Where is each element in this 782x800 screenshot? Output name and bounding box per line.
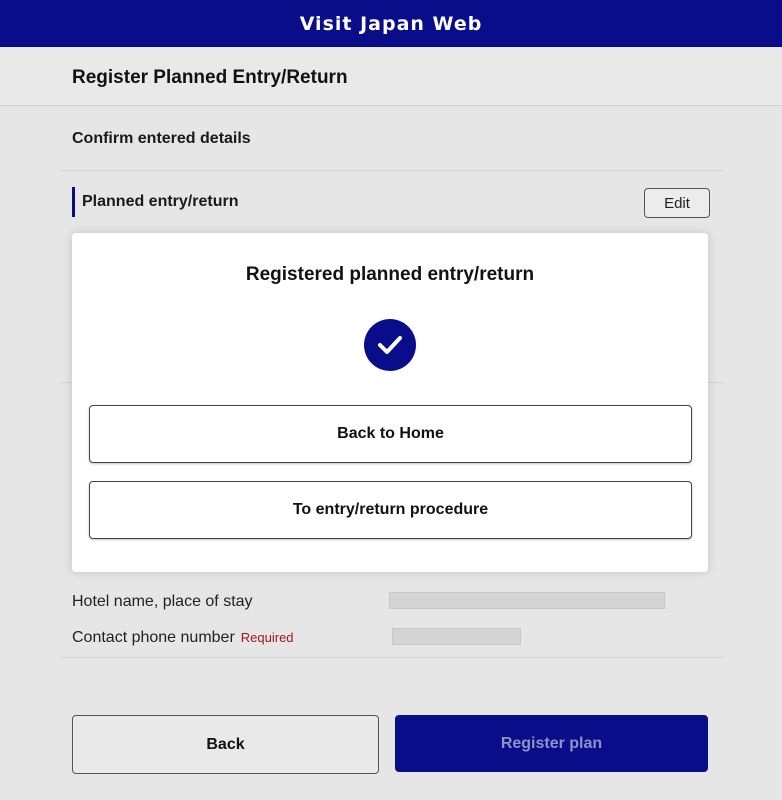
success-modal: Registered planned entry/return Back to … xyxy=(72,233,708,572)
hotel-label: Hotel name, place of stay xyxy=(72,593,253,610)
back-to-home-button[interactable]: Back to Home xyxy=(89,405,692,463)
checkmark-icon xyxy=(378,336,402,354)
phone-label-row: Contact phone number Required xyxy=(72,629,294,647)
subheading-planned-entry: Planned entry/return xyxy=(72,187,238,217)
required-tag: Required xyxy=(240,630,294,645)
modal-title: Registered planned entry/return xyxy=(245,264,535,285)
divider xyxy=(60,657,723,658)
app-header: Visit Japan Web xyxy=(0,0,782,47)
entry-return-procedure-button[interactable]: To entry/return procedure xyxy=(89,481,692,539)
check-circle-icon xyxy=(364,319,416,371)
page-header: Register Planned Entry/Return xyxy=(0,47,782,106)
phone-value-redacted xyxy=(392,628,521,645)
section-title: Confirm entered details xyxy=(72,130,251,147)
hotel-value-redacted xyxy=(389,592,665,609)
back-button[interactable]: Back xyxy=(72,715,379,774)
page-title: Register Planned Entry/Return xyxy=(72,67,348,88)
edit-button[interactable]: Edit xyxy=(644,188,710,218)
app-title: Visit Japan Web xyxy=(299,12,483,35)
phone-label: Contact phone number xyxy=(72,629,235,646)
register-plan-button[interactable]: Register plan xyxy=(395,715,708,772)
divider xyxy=(60,170,723,171)
